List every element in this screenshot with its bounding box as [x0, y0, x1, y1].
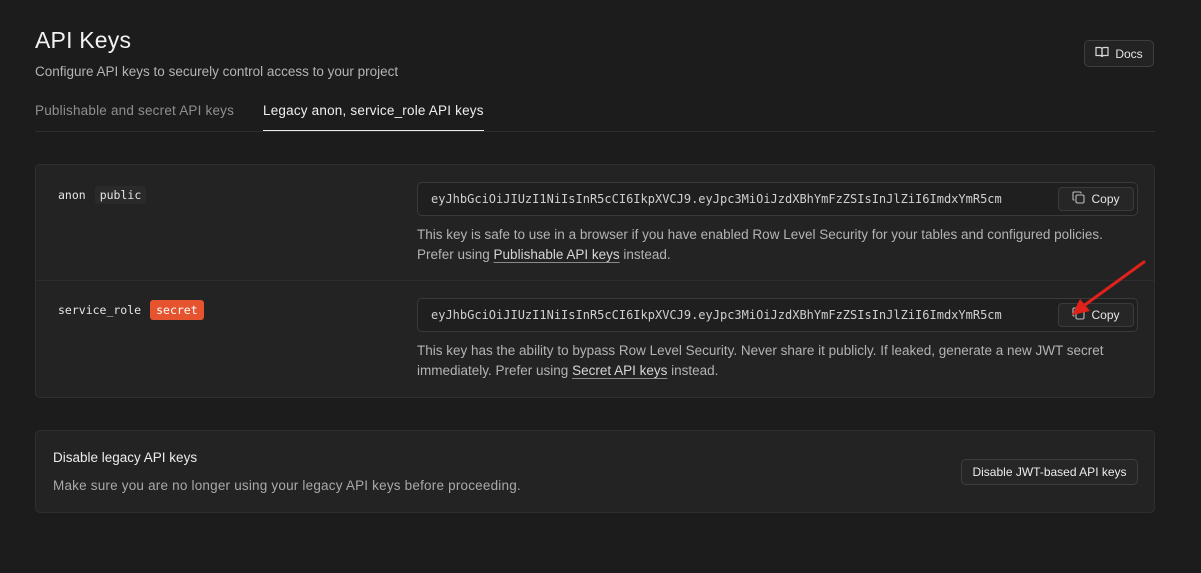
legacy-keys-card: anon public eyJhbGciOiJIUzI1NiIsInR5cCI6… — [35, 164, 1155, 398]
public-badge: public — [94, 186, 147, 204]
publishable-api-keys-link[interactable]: Publishable API keys — [494, 247, 620, 262]
anon-role-label: anon public — [53, 186, 147, 204]
description-text-end: instead. — [619, 247, 671, 262]
service-role-key-description: This key has the ability to bypass Row L… — [417, 341, 1127, 381]
annotation-arrow-icon — [1072, 260, 1146, 315]
role-name: service_role — [58, 303, 142, 317]
secret-api-keys-link[interactable]: Secret API keys — [572, 363, 667, 378]
anon-key-description: This key is safe to use in a browser if … — [417, 225, 1127, 265]
service-role-key-field[interactable]: eyJhbGciOiJIUzI1NiIsInR5cCI6IkpXVCJ9.eyJ… — [417, 298, 1138, 332]
anon-key-value[interactable]: eyJhbGciOiJIUzI1NiIsInR5cCI6IkpXVCJ9.eyJ… — [431, 192, 1051, 206]
docs-button[interactable]: Docs — [1084, 40, 1154, 67]
copy-label: Copy — [1091, 192, 1120, 206]
book-icon — [1095, 46, 1109, 61]
disable-section-title: Disable legacy API keys — [53, 450, 198, 465]
row-divider — [36, 280, 1154, 281]
copy-icon — [1072, 191, 1086, 207]
description-text-end: instead. — [667, 363, 719, 378]
docs-button-label: Docs — [1115, 46, 1143, 61]
tab-legacy-keys[interactable]: Legacy anon, service_role API keys — [263, 103, 484, 131]
service-role-label: service_role secret — [53, 300, 204, 320]
description-text: This key has the ability to bypass Row L… — [417, 343, 1104, 378]
tab-publishable-secret-keys[interactable]: Publishable and secret API keys — [35, 103, 234, 130]
secret-badge: secret — [150, 300, 204, 320]
disable-section-description: Make sure you are no longer using your l… — [53, 478, 521, 493]
disable-legacy-keys-card: Disable legacy API keys Make sure you ar… — [35, 430, 1155, 513]
api-keys-page: API Keys Configure API keys to securely … — [0, 0, 1201, 573]
service-role-key-value[interactable]: eyJhbGciOiJIUzI1NiIsInR5cCI6IkpXVCJ9.eyJ… — [431, 308, 1051, 322]
page-subtitle: Configure API keys to securely control a… — [35, 64, 399, 79]
page-title: API Keys — [35, 27, 132, 53]
tab-bar: Publishable and secret API keys Legacy a… — [35, 103, 1155, 132]
anon-key-field[interactable]: eyJhbGciOiJIUzI1NiIsInR5cCI6IkpXVCJ9.eyJ… — [417, 182, 1138, 216]
disable-jwt-keys-button[interactable]: Disable JWT-based API keys — [961, 459, 1138, 485]
copy-anon-key-button[interactable]: Copy — [1058, 187, 1134, 211]
role-name: anon — [58, 188, 86, 202]
